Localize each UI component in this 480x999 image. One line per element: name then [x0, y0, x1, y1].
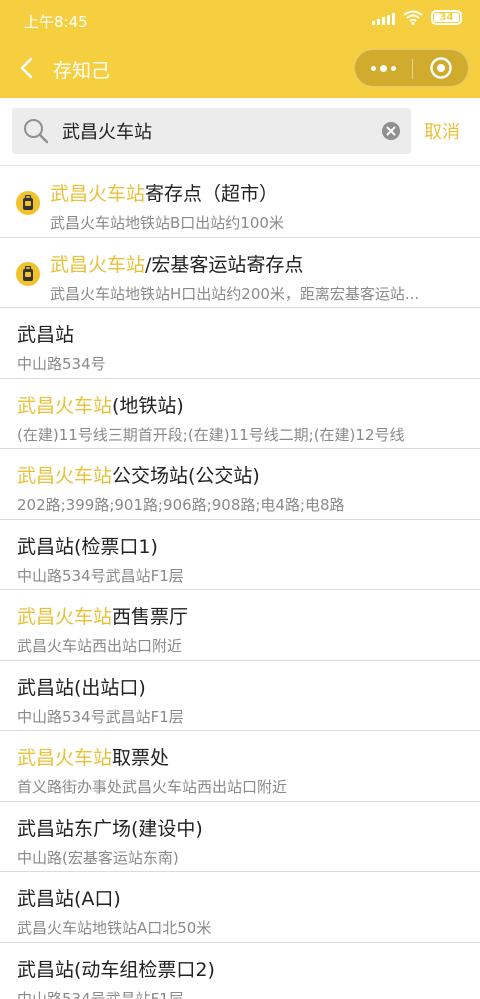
- result-address: 202路;399路;901路;906路;908路;电4路;电8路: [17, 496, 345, 514]
- list-item[interactable]: 武昌站(A口) 武昌火车站地铁站A口北50米: [0, 872, 480, 943]
- list-item[interactable]: 武昌火车站公交场站(公交站) 202路;399路;901路;906路;908路;电…: [0, 449, 480, 520]
- list-item[interactable]: 武昌站(动车组检票口2) 中山路534号武昌站F1层: [0, 942, 480, 999]
- locker-icon: [16, 261, 40, 286]
- list-item[interactable]: 武昌火车站/宏基客运站寄存点武昌火车站地铁站H口出站约200米，距离宏基客运站.…: [0, 237, 480, 308]
- list-item[interactable]: 武昌火车站(地铁站) (在建)11号线三期首开段;(在建)11号线二期;(在建)1…: [0, 378, 480, 449]
- battery-icon: 34: [431, 10, 462, 25]
- result-title-text: (地铁站): [112, 394, 184, 417]
- list-item[interactable]: 武昌火车站取票处首义路街办事处武昌火车站西出站口附近: [0, 731, 480, 802]
- result-title: 武昌火车站公交场站(公交站): [17, 461, 260, 488]
- clear-icon[interactable]: [381, 121, 401, 141]
- result-title: 武昌火车站/宏基客运站寄存点: [50, 250, 303, 277]
- result-address: 武昌火车站西出站口附近: [17, 637, 183, 655]
- app-header: 上午8:45 34 存知己: [0, 0, 480, 98]
- search-input[interactable]: [62, 116, 382, 146]
- result-address: 武昌火车站地铁站A口北50米: [17, 919, 212, 937]
- result-title-highlight: 武昌火车站: [17, 394, 113, 417]
- miniprogram-capsule: [354, 49, 469, 87]
- list-item[interactable]: 武昌站中山路534号: [0, 308, 480, 379]
- list-item[interactable]: 武昌站东广场(建设中) 中山路(宏基客运站东南): [0, 801, 480, 872]
- result-title: 武昌站(A口): [17, 884, 121, 911]
- close-icon[interactable]: [413, 50, 469, 86]
- result-title-text: 武昌站(出站口): [17, 676, 146, 699]
- list-item[interactable]: 武昌火车站西售票厅武昌火车站西出站口附近: [0, 590, 480, 661]
- status-time: 上午8:45: [24, 13, 88, 31]
- result-title-text: 武昌站(检票口1): [17, 535, 158, 558]
- result-address: (在建)11号线三期首开段;(在建)11号线二期;(在建)12号线: [17, 425, 405, 444]
- cancel-button[interactable]: 取消: [424, 118, 460, 144]
- result-title: 武昌站(出站口): [17, 673, 146, 700]
- result-title: 武昌火车站取票处: [17, 743, 169, 770]
- back-icon[interactable]: [16, 56, 40, 80]
- result-title-text: 寄存点（超市）: [145, 183, 279, 205]
- locker-icon: [16, 191, 40, 215]
- list-item[interactable]: 武昌站(检票口1) 中山路534号武昌站F1层: [0, 519, 480, 590]
- result-address: 中山路(宏基客运站东南): [17, 848, 179, 867]
- battery-level: 34: [439, 11, 454, 23]
- search-box[interactable]: [12, 108, 411, 154]
- result-address: 武昌火车站地铁站B口出站约100米: [50, 214, 284, 232]
- result-title-text: 武昌站: [17, 324, 75, 346]
- nav-bar: 存知己: [0, 44, 480, 94]
- result-title: 武昌火车站(地铁站): [17, 391, 184, 418]
- result-address: 中山路534号武昌站F1层: [17, 566, 184, 585]
- result-title-text: 武昌站(动车组检票口2): [17, 958, 215, 981]
- result-title-text: 武昌站东广场(建设中): [17, 817, 203, 840]
- result-address: 中山路534号武昌站F1层: [17, 989, 184, 999]
- result-title: 武昌站(动车组检票口2): [17, 955, 215, 982]
- result-title-text: 西售票厅: [112, 606, 189, 628]
- search-area: 取消: [0, 98, 480, 166]
- result-title-text: 公交场站(公交站): [112, 465, 260, 487]
- result-title: 武昌站(检票口1): [17, 532, 158, 559]
- result-title-highlight: 武昌火车站: [50, 183, 146, 205]
- result-title-highlight: 武昌火车站: [17, 465, 113, 487]
- result-title-highlight: 武昌火车站: [50, 253, 146, 276]
- status-bar: 上午8:45 34: [0, 0, 480, 40]
- result-title: 武昌站东广场(建设中): [17, 814, 203, 841]
- results-list: 武昌火车站寄存点（超市） 武昌火车站地铁站B口出站约100米 武昌火车站/宏基客运站…: [0, 167, 480, 999]
- result-address: 首义路街办事处武昌火车站西出站口附近: [17, 778, 288, 796]
- more-icon[interactable]: [355, 50, 412, 86]
- result-title-highlight: 武昌火车站: [17, 747, 113, 769]
- result-title-highlight: 武昌火车站: [17, 606, 113, 628]
- list-item[interactable]: 武昌站(出站口) 中山路534号武昌站F1层: [0, 660, 480, 731]
- result-address: 武昌火车站地铁站H口出站约200米，距离宏基客运站...: [50, 284, 420, 303]
- result-title: 武昌站: [17, 320, 74, 347]
- signal-icon: [372, 11, 395, 25]
- result-title-text: 取票处: [112, 747, 170, 769]
- result-title: 武昌火车站西售票厅: [17, 602, 188, 629]
- result-address: 中山路534号武昌站F1层: [17, 707, 184, 726]
- result-title: 武昌火车站寄存点（超市）: [50, 179, 278, 206]
- wifi-icon: [403, 10, 423, 25]
- result-address: 中山路534号: [17, 355, 106, 373]
- page-title: 存知己: [53, 60, 111, 82]
- result-title-text: /宏基客运站寄存点: [145, 253, 304, 276]
- result-title-text: 武昌站(A口): [17, 888, 121, 910]
- status-icons: 34: [372, 10, 462, 25]
- search-icon: [24, 119, 49, 144]
- list-item[interactable]: 武昌火车站寄存点（超市） 武昌火车站地铁站B口出站约100米: [0, 167, 480, 238]
